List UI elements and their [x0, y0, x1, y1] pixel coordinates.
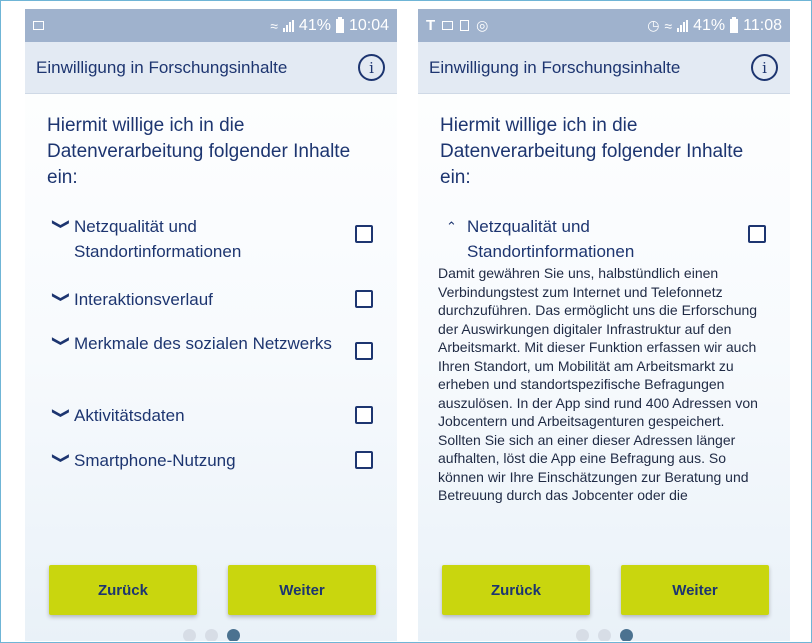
wifi-icon: ≈: [270, 17, 278, 34]
info-icon[interactable]: i: [751, 54, 778, 81]
consent-checkbox[interactable]: [355, 225, 373, 243]
chevron-up-icon[interactable]: ⌃: [446, 214, 467, 239]
consent-item-activity-data[interactable]: ❯ Aktivitätsdaten: [52, 403, 373, 428]
chevron-down-icon[interactable]: ❯: [46, 291, 76, 312]
sync-icon: ◎: [476, 17, 489, 33]
consent-intro: Hiermit willige ich in die Datenverarbei…: [440, 115, 744, 188]
title-bar: Einwilligung in Forschungsinhalte i: [418, 42, 790, 94]
consent-item-interaction-history[interactable]: ❯ Interaktionsverlauf: [52, 287, 373, 312]
page-dot-active[interactable]: [226, 629, 240, 641]
phone-screen-left: ≈ 41% 10:04 Einwilligung in Forschungsin…: [25, 9, 397, 641]
consent-item-label: Smartphone-Nutzung: [74, 451, 236, 470]
consent-checkbox[interactable]: [355, 290, 373, 308]
clock: 11:08: [743, 16, 782, 34]
page-title: Einwilligung in Forschungsinhalte: [429, 57, 681, 77]
consent-checkbox[interactable]: [355, 406, 373, 424]
page-indicator: [25, 629, 397, 641]
consent-item-smartphone-usage[interactable]: ❯ Smartphone-Nutzung: [52, 448, 373, 473]
consent-intro: Hiermit willige ich in die Datenverarbei…: [47, 115, 351, 188]
consent-item-network-location[interactable]: ⌃ Netzqualität und Standortinformationen: [446, 214, 766, 264]
phone-screen-right: T ◎ ◷ ≈ 41% 11:08 Einwilligung in Forsch…: [418, 9, 790, 641]
signal-icon: [677, 19, 689, 32]
battery-icon: [730, 16, 739, 33]
back-button[interactable]: Zurück: [442, 565, 590, 615]
info-icon[interactable]: i: [358, 54, 385, 81]
page-dot-active[interactable]: [619, 629, 633, 641]
status-bar: ≈ 41% 10:04: [25, 9, 397, 42]
consent-item-label: Netzqualität und Standortinformationen: [467, 217, 635, 261]
gallery-notification-icon: [33, 21, 44, 30]
consent-item-label: Netzqualität und Standortinformationen: [74, 217, 242, 261]
chevron-down-icon[interactable]: ❯: [46, 335, 76, 356]
clock: 10:04: [348, 16, 389, 34]
battery-percent: 41%: [298, 16, 331, 34]
file-notification-icon: [460, 20, 470, 31]
consent-checkbox[interactable]: [355, 451, 373, 469]
wifi-icon: ≈: [664, 17, 673, 34]
battery-percent: 41%: [693, 16, 726, 34]
consent-item-description: Damit gewähren Sie uns, halbstündlich ei…: [438, 265, 758, 503]
back-button[interactable]: Zurück: [49, 565, 197, 615]
page-dot[interactable]: [597, 629, 611, 641]
page-dot[interactable]: [575, 629, 589, 641]
consent-checkbox[interactable]: [355, 342, 373, 360]
battery-icon: [335, 16, 344, 33]
page-title: Einwilligung in Forschungsinhalte: [36, 57, 288, 77]
page-indicator: [418, 629, 790, 641]
consent-item-label: Aktivitätsdaten: [74, 406, 185, 425]
t-mobile-icon: T: [426, 17, 436, 34]
page-dot[interactable]: [204, 629, 218, 641]
next-button[interactable]: Weiter: [621, 565, 769, 615]
gallery-notification-icon: [442, 21, 454, 30]
consent-checkbox[interactable]: [748, 225, 766, 243]
alarm-icon: ◷: [647, 17, 660, 33]
chevron-down-icon[interactable]: ❯: [46, 218, 76, 239]
title-bar: Einwilligung in Forschungsinhalte i: [25, 42, 397, 94]
consent-item-label: Interaktionsverlauf: [74, 290, 213, 309]
signal-icon: [282, 19, 294, 32]
chevron-down-icon[interactable]: ❯: [46, 452, 76, 473]
chevron-down-icon[interactable]: ❯: [46, 407, 76, 428]
consent-item-label: Merkmale des sozialen Netzwerks: [74, 334, 332, 353]
consent-item-network-location[interactable]: ❯ Netzqualität und Standortinformationen: [52, 214, 373, 264]
page-dot[interactable]: [182, 629, 196, 641]
consent-item-social-network[interactable]: ❯ Merkmale des sozialen Netzwerks: [52, 331, 373, 360]
next-button[interactable]: Weiter: [228, 565, 376, 615]
status-bar: T ◎ ◷ ≈ 41% 11:08: [418, 9, 790, 42]
